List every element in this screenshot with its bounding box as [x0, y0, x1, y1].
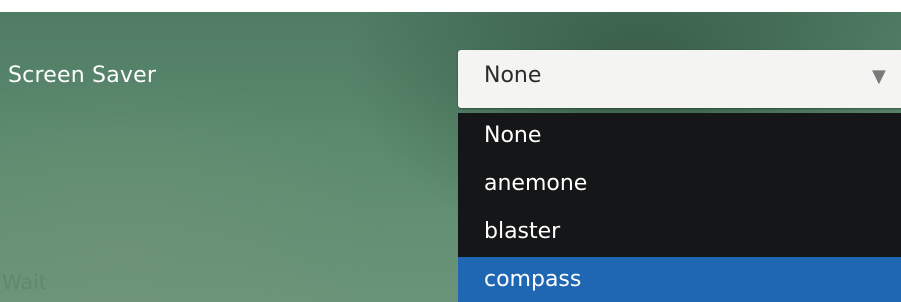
option-anemone[interactable]: anemone [458, 161, 901, 208]
screen-saver-selected-value: None [484, 63, 542, 88]
option-none[interactable]: None [458, 113, 901, 160]
screen-saver-select[interactable]: None ▼ [458, 50, 901, 108]
screen-saver-dropdown: None anemone blaster compass [458, 113, 901, 302]
screen-saver-label: Screen Saver [8, 63, 157, 88]
option-blaster[interactable]: blaster [458, 209, 901, 256]
wait-label: Wait [2, 270, 47, 294]
top-strip [0, 0, 901, 12]
chevron-down-icon[interactable]: ▼ [872, 66, 886, 87]
option-compass[interactable]: compass [458, 257, 901, 302]
